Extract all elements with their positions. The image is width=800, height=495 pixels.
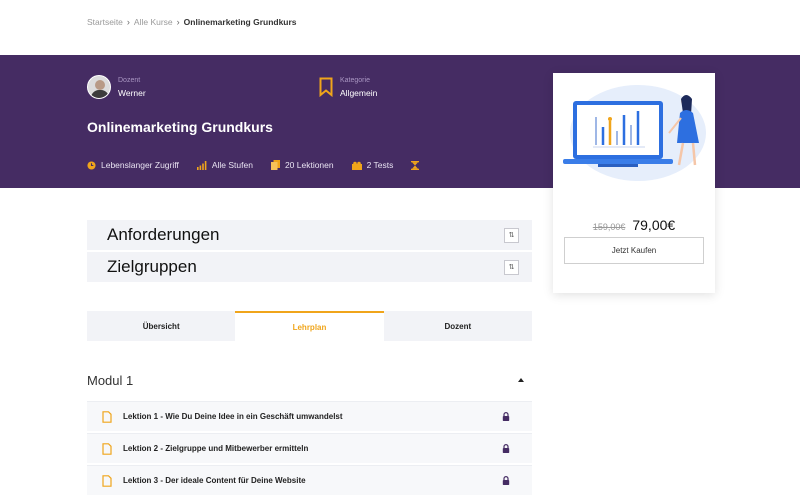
breadcrumb-all-courses[interactable]: Alle Kurse xyxy=(134,17,173,27)
tab-instructor[interactable]: Dozent xyxy=(384,311,532,341)
breadcrumb-separator: › xyxy=(176,17,180,27)
page-title: Onlinemarketing Grundkurs xyxy=(87,119,273,135)
buy-button[interactable]: Jetzt Kaufen xyxy=(564,237,704,264)
clock-icon xyxy=(87,160,96,170)
category-info: Kategorie Allgemein xyxy=(319,77,377,98)
tab-curriculum[interactable]: Lehrplan xyxy=(235,311,384,341)
avatar xyxy=(87,75,111,99)
accordion-title: Anforderungen xyxy=(107,225,220,244)
lesson-title: Lektion 1 - Wie Du Deine Idee in ein Ges… xyxy=(123,412,343,421)
lock-icon xyxy=(502,412,510,421)
hourglass-icon xyxy=(411,160,420,170)
tab-overview[interactable]: Übersicht xyxy=(87,311,235,341)
lesson-row[interactable]: Lektion 3 - Der ideale Content für Deine… xyxy=(87,465,532,495)
lesson-row[interactable]: Lektion 1 - Wie Du Deine Idee in ein Ges… xyxy=(87,401,532,431)
document-icon xyxy=(102,410,112,423)
document-icon xyxy=(102,442,112,455)
stat-access: Lebenslanger Zugriff xyxy=(87,160,179,170)
sort-toggle-icon[interactable]: ⇅ xyxy=(504,259,519,275)
breadcrumb: Startseite › Alle Kurse › Onlinemarketin… xyxy=(87,17,297,27)
instructor-info[interactable]: Dozent Werner xyxy=(87,75,146,99)
signal-bars-icon xyxy=(196,160,207,170)
stat-access-label: Lebenslanger Zugriff xyxy=(101,160,179,170)
breadcrumb-home[interactable]: Startseite xyxy=(87,17,123,27)
category-value[interactable]: Allgemein xyxy=(340,88,377,98)
instructor-name[interactable]: Werner xyxy=(118,88,146,98)
document-icon xyxy=(102,474,112,487)
pricing-card: 159,00€ 79,00€ Jetzt Kaufen xyxy=(553,73,715,293)
module-header[interactable]: Modul 1 xyxy=(87,370,532,390)
old-price: 159,00€ xyxy=(592,222,626,232)
puzzle-icon xyxy=(351,161,362,170)
files-icon xyxy=(270,160,280,170)
stat-level-label: Alle Stufen xyxy=(211,160,253,170)
category-label: Kategorie xyxy=(340,77,370,84)
stat-lessons: 20 Lektionen xyxy=(270,160,334,170)
lesson-title: Lektion 3 - Der ideale Content für Deine… xyxy=(123,476,306,485)
stat-tests-label: 2 Tests xyxy=(366,160,394,170)
lock-icon xyxy=(502,476,510,485)
accordion-target-groups[interactable]: Zielgruppen ⇅ xyxy=(87,252,532,282)
lesson-row[interactable]: Lektion 2 - Zielgruppe und Mitbewerber e… xyxy=(87,433,532,463)
module-title: Modul 1 xyxy=(87,372,134,388)
breadcrumb-separator: › xyxy=(126,17,130,27)
course-page: Startseite › Alle Kurse › Onlinemarketin… xyxy=(0,0,800,495)
stat-level: Alle Stufen xyxy=(196,160,253,170)
price-row: 159,00€ 79,00€ xyxy=(553,217,715,233)
lesson-title: Lektion 2 - Zielgruppe und Mitbewerber e… xyxy=(123,444,309,453)
breadcrumb-current: Onlinemarketing Grundkurs xyxy=(183,17,297,27)
sort-toggle-icon[interactable]: ⇅ xyxy=(504,227,519,243)
chevron-up-icon[interactable] xyxy=(518,378,524,382)
accordion-requirements[interactable]: Anforderungen ⇅ xyxy=(87,220,532,250)
lock-icon xyxy=(502,444,510,453)
accordion-title: Zielgruppen xyxy=(107,257,197,276)
stat-lessons-label: 20 Lektionen xyxy=(284,160,334,170)
bookmark-icon xyxy=(319,77,333,97)
course-tabs: Übersicht Lehrplan Dozent xyxy=(87,311,532,341)
course-illustration xyxy=(563,85,706,181)
stat-tests: 2 Tests xyxy=(351,160,394,170)
instructor-label: Dozent xyxy=(118,76,141,84)
current-price: 79,00€ xyxy=(632,217,676,233)
course-stats: Lebenslanger Zugriff Alle Stufen 20 Lekt… xyxy=(87,160,442,170)
stat-duration xyxy=(411,160,424,170)
